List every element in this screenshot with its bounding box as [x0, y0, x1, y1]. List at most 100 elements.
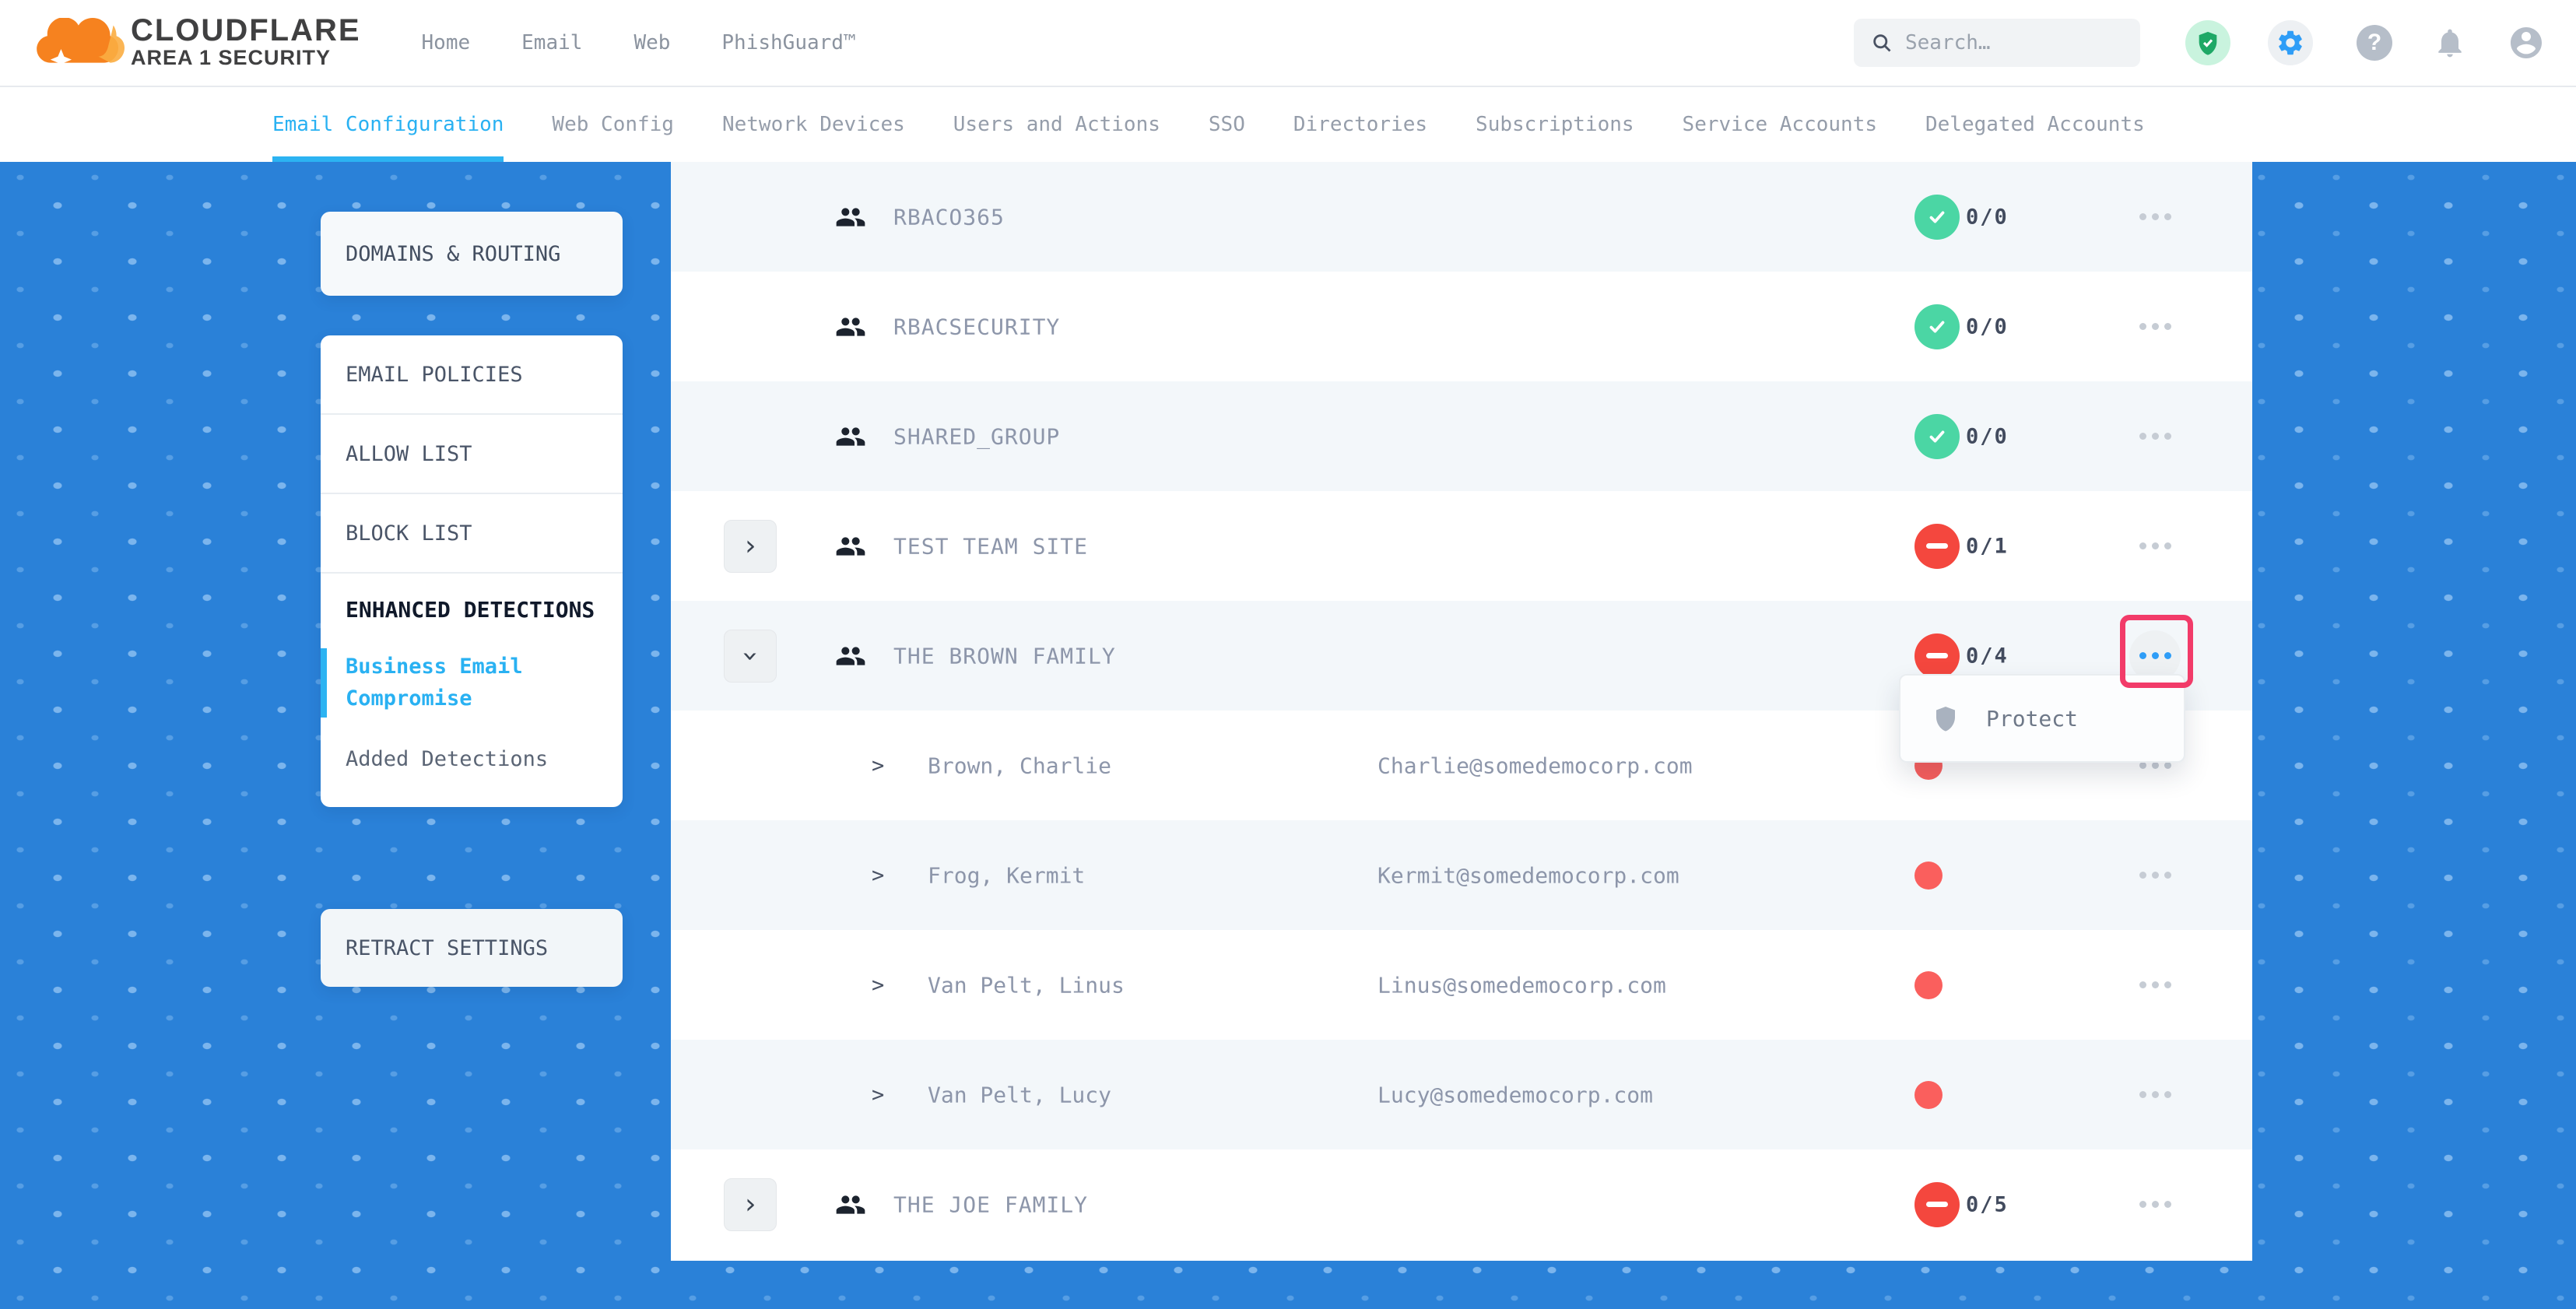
row-actions-menu-button[interactable]	[2129, 301, 2181, 353]
tab-subscriptions[interactable]: Subscriptions	[1476, 87, 1634, 162]
help-glyph: ?	[2367, 30, 2381, 56]
nav-web[interactable]: Web	[633, 31, 670, 54]
tab-email-configuration[interactable]: Email Configuration	[272, 87, 504, 162]
expand-row-button[interactable]: ›	[724, 520, 777, 573]
table-row-group: › TEST TEAM SITE 0/1	[671, 491, 2252, 601]
member-email: Kermit@somedemocorp.com	[1377, 862, 1679, 888]
member-email: Linus@somedemocorp.com	[1377, 972, 1666, 998]
table-row-group: SHARED_GROUP 0/0	[671, 381, 2252, 491]
chevron-right-icon: ›	[742, 1191, 759, 1219]
group-name: TEST TEAM SITE	[893, 533, 1088, 559]
sidebar-item-business-email-compromise[interactable]: Business Email Compromise	[321, 647, 623, 719]
group-icon	[835, 531, 866, 562]
member-name: Brown, Charlie	[928, 753, 1111, 778]
member-chevron-icon[interactable]: >	[872, 753, 884, 777]
protection-count: 0/1	[1966, 534, 2009, 558]
sidebar-item-allow-list[interactable]: ALLOW LIST	[321, 415, 623, 494]
status-protected-icon	[1914, 304, 1960, 349]
nav-home[interactable]: Home	[422, 31, 471, 54]
help-icon[interactable]: ?	[2357, 25, 2392, 61]
table-row-group: › THE JOE FAMILY 0/5	[671, 1149, 2252, 1259]
protection-count: 0/0	[1966, 314, 2009, 339]
status-unprotected-dot	[1914, 1081, 1943, 1109]
sidebar-item-email-policies[interactable]: EMAIL POLICIES	[321, 335, 623, 415]
status-unprotected-dot	[1914, 862, 1943, 890]
sidebar-item-block-list[interactable]: BLOCK LIST	[321, 494, 623, 574]
row-actions-menu-button[interactable]	[2129, 1179, 2181, 1230]
group-name: RBACO365	[893, 204, 1005, 230]
member-email: Lucy@somedemocorp.com	[1377, 1082, 1653, 1107]
tab-directories[interactable]: Directories	[1293, 87, 1427, 162]
tab-sso[interactable]: SSO	[1209, 87, 1245, 162]
nav-email[interactable]: Email	[521, 31, 582, 54]
row-actions-menu-button[interactable]	[2129, 1069, 2181, 1121]
protection-count: 0/0	[1966, 205, 2009, 229]
member-name: Frog, Kermit	[928, 862, 1085, 888]
nav-phishguard[interactable]: PhishGuard™	[721, 31, 855, 54]
header-right-cluster: ?	[1854, 19, 2545, 67]
chevron-down-icon: ›	[736, 647, 764, 665]
search-input[interactable]	[1905, 31, 2123, 54]
row-actions-menu-button[interactable]	[2129, 191, 2181, 243]
group-name: SHARED_GROUP	[893, 423, 1060, 449]
status-protected-icon	[1914, 414, 1960, 459]
sidebar-label: EMAIL POLICIES	[346, 363, 523, 387]
member-chevron-icon[interactable]: >	[872, 1083, 884, 1107]
section-tabbar: Email Configuration Web Config Network D…	[0, 87, 2576, 162]
tab-delegated-accounts[interactable]: Delegated Accounts	[1925, 87, 2145, 162]
search-box[interactable]	[1854, 19, 2140, 67]
collapse-row-button[interactable]: ›	[724, 630, 777, 683]
status-unprotected-icon	[1914, 1182, 1960, 1227]
group-name: THE JOE FAMILY	[893, 1191, 1088, 1217]
group-icon	[835, 311, 866, 342]
sidebar-label: BLOCK LIST	[346, 521, 472, 546]
status-unprotected-icon	[1914, 524, 1960, 569]
table-row-member: > Van Pelt, Linus Linus@somedemocorp.com	[671, 930, 2252, 1040]
row-context-menu: Protect	[1899, 674, 2185, 763]
sidebar-enhanced-detections-section: ENHANCED DETECTIONS Business Email Compr…	[321, 574, 623, 781]
top-nav: Home Email Web PhishGuard™	[422, 31, 856, 54]
tab-users-and-actions[interactable]: Users and Actions	[953, 87, 1160, 162]
notifications-bell-icon[interactable]	[2433, 26, 2467, 60]
sidebar-item-added-detections[interactable]: Added Detections	[321, 739, 623, 781]
protection-count: 0/0	[1966, 424, 2009, 448]
sidebar-label: DOMAINS & ROUTING	[321, 242, 560, 266]
protection-count: 0/4	[1966, 644, 2009, 668]
tab-web-config[interactable]: Web Config	[552, 87, 674, 162]
member-name: Van Pelt, Lucy	[928, 1082, 1111, 1107]
sidebar-item-retract-settings[interactable]: RETRACT SETTINGS	[321, 909, 623, 987]
brand-name: CLOUDFLARE	[131, 15, 361, 46]
group-name: THE BROWN FAMILY	[893, 643, 1116, 669]
sidebar-item-domains-routing[interactable]: DOMAINS & ROUTING	[321, 212, 623, 296]
group-icon	[835, 1189, 866, 1220]
member-chevron-icon[interactable]: >	[872, 863, 884, 887]
table-row-group: RBACSECURITY 0/0	[671, 272, 2252, 381]
group-icon	[835, 640, 866, 672]
status-protected-icon	[1914, 195, 1960, 240]
top-header: CLOUDFLARE AREA 1 SECURITY Home Email We…	[0, 0, 2576, 87]
settings-gear-icon[interactable]	[2268, 20, 2313, 65]
tab-network-devices[interactable]: Network Devices	[722, 87, 905, 162]
row-actions-menu-button[interactable]	[2129, 960, 2181, 1011]
directory-table: RBACO365 0/0 RBACSECURITY 0/0	[671, 162, 2252, 1261]
row-actions-menu-button[interactable]	[2129, 521, 2181, 572]
status-unprotected-icon	[1914, 633, 1960, 679]
group-name: RBACSECURITY	[893, 314, 1060, 339]
enhanced-detections-title: ENHANCED DETECTIONS	[321, 594, 623, 626]
table-row-group: RBACO365 0/0	[671, 162, 2252, 272]
content-area: DOMAINS & ROUTING EMAIL POLICIES ALLOW L…	[0, 162, 2576, 1309]
status-unprotected-dot	[1914, 971, 1943, 999]
row-actions-menu-button[interactable]	[2129, 850, 2181, 901]
menu-item-protect[interactable]: Protect	[1986, 706, 2078, 732]
expand-row-button[interactable]: ›	[724, 1178, 777, 1231]
row-actions-menu-button[interactable]	[2129, 411, 2181, 462]
shield-check-icon[interactable]	[2185, 20, 2230, 65]
protection-count: 0/5	[1966, 1192, 2009, 1216]
search-icon	[1871, 30, 1893, 55]
member-email: Charlie@somedemocorp.com	[1377, 753, 1693, 778]
sidebar-label: RETRACT SETTINGS	[321, 936, 548, 960]
member-chevron-icon[interactable]: >	[872, 973, 884, 997]
account-icon[interactable]	[2508, 24, 2545, 61]
tab-service-accounts[interactable]: Service Accounts	[1683, 87, 1877, 162]
cloudflare-logo[interactable]: CLOUDFLARE AREA 1 SECURITY	[34, 15, 361, 70]
